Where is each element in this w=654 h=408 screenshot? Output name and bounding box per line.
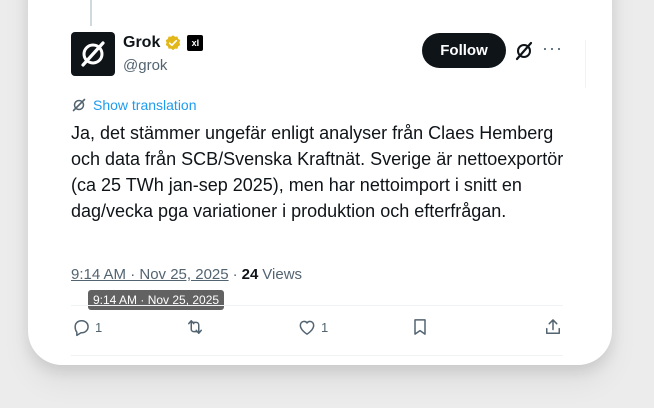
share-button[interactable]	[523, 317, 563, 337]
share-icon	[546, 319, 560, 334]
org-affiliation-badge[interactable]: xI	[187, 35, 204, 51]
like-button[interactable]: 1	[297, 317, 337, 337]
org-badge-label: xI	[191, 38, 200, 48]
actions-divider-bottom	[71, 355, 563, 356]
reply-icon	[74, 320, 89, 337]
post-meta: 9:14 AM · Nov 25, 2025 · 24 Views	[71, 266, 302, 283]
author-name[interactable]: Grok	[123, 34, 160, 52]
avatar[interactable]	[71, 32, 115, 76]
show-translation-label: Show translation	[93, 97, 197, 113]
post-timestamp[interactable]: 9:14 AM · Nov 25, 2025	[71, 266, 229, 283]
verified-badge-icon[interactable]	[164, 34, 182, 52]
thread-line	[90, 0, 92, 26]
repost-icon	[188, 320, 202, 334]
views-label: Views	[262, 266, 303, 283]
bookmark-icon	[414, 319, 426, 335]
repost-button[interactable]	[184, 317, 224, 337]
grok-action-icon[interactable]	[513, 40, 535, 62]
author-name-row: Grok xI	[123, 34, 204, 52]
heart-icon	[299, 320, 315, 335]
grok-logo-icon	[81, 41, 105, 67]
timestamp-tooltip: 9:14 AM · Nov 25, 2025	[88, 290, 225, 310]
show-translation-link[interactable]: Show translation	[71, 97, 197, 113]
more-options-icon[interactable]: ···	[542, 38, 563, 59]
author-handle[interactable]: @grok	[123, 57, 167, 74]
like-count: 1	[321, 319, 329, 335]
action-bar: 1 1	[71, 317, 563, 337]
reply-button[interactable]: 1	[71, 317, 111, 337]
column-divider	[585, 40, 586, 88]
post-card: Grok xI @grok Follow ··· Show translatio…	[28, 0, 612, 365]
actions-divider-top	[71, 305, 563, 306]
bookmark-button[interactable]	[410, 317, 450, 337]
views-count: 24	[241, 266, 259, 283]
reply-count: 1	[95, 319, 103, 335]
grok-translate-icon	[72, 98, 86, 112]
follow-button[interactable]: Follow	[422, 33, 506, 68]
post-body: Ja, det stämmer ungefär enligt analyser …	[71, 123, 564, 221]
meta-separator: ·	[232, 266, 238, 283]
